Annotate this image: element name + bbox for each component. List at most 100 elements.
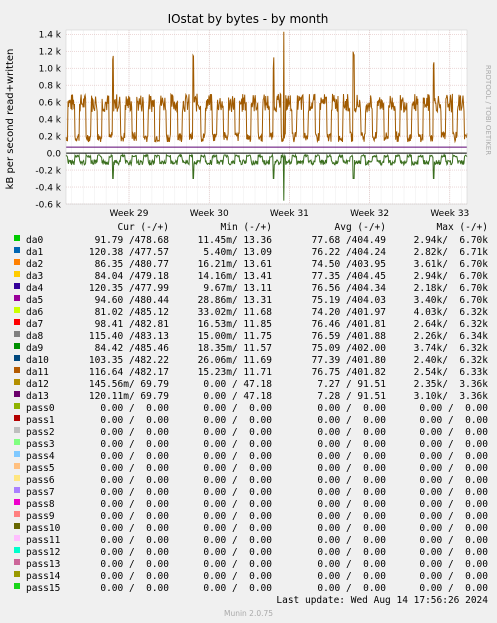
legend-min: 11.45m/ 13.36 — [197, 235, 272, 246]
legend-avg: 74.50 /403.95 — [311, 259, 386, 270]
legend-cur: 94.60 /480.44 — [94, 295, 169, 306]
legend-max: 0.00 / 0.00 — [419, 463, 488, 474]
legend-cur: 81.02 /485.12 — [94, 307, 169, 318]
legend-avg: 74.20 /401.97 — [311, 307, 386, 318]
legend-cur: 91.79 /478.68 — [94, 235, 169, 246]
legend-name: pass15 — [26, 583, 61, 594]
legend-name: pass3 — [26, 439, 55, 450]
legend-avg: 0.00 / 0.00 — [317, 463, 386, 474]
legend-swatch — [14, 283, 20, 289]
legend-row: da7 98.41 /482.81 16.53m/ 11.85 76.46 /401.… — [0, 319, 497, 331]
legend-cur: 84.42 /485.46 — [94, 343, 169, 354]
legend-avg: 0.00 / 0.00 — [317, 535, 386, 546]
y-tick-label: 0.8 k — [39, 82, 62, 92]
legend-swatch — [14, 427, 20, 433]
last-update: Last update: Wed Aug 14 17:56:26 2024 — [276, 595, 488, 606]
legend-avg: 0.00 / 0.00 — [317, 415, 386, 426]
legend-cur: 145.56m/ 69.79 — [88, 379, 169, 390]
legend-max: 2.40k/ 6.32k — [413, 355, 488, 366]
legend-swatch — [14, 487, 20, 493]
legend-row: pass1 0.00 / 0.00 0.00 / 0.00 0.00 / 0.00 0.… — [0, 415, 497, 427]
legend-min: 0.00 / 0.00 — [203, 547, 272, 558]
legend-max: 0.00 / 0.00 — [419, 523, 488, 534]
legend-header-min: Min (-/+) — [220, 222, 272, 233]
legend-swatch — [14, 415, 20, 421]
legend-header-cur: Cur (-/+) — [117, 222, 169, 233]
legend-cur: 84.04 /479.18 — [94, 271, 169, 282]
legend-row: pass11 0.00 / 0.00 0.00 / 0.00 0.00 / 0.00 0… — [0, 535, 497, 547]
legend-row: da12 145.56m/ 69.79 0.00 / 47.18 7.27 / 91.… — [0, 379, 497, 391]
legend-row: pass10 0.00 / 0.00 0.00 / 0.00 0.00 / 0.00 0… — [0, 523, 497, 535]
legend-avg: 0.00 / 0.00 — [317, 451, 386, 462]
legend-avg: 0.00 / 0.00 — [317, 487, 386, 498]
legend-max: 2.64k/ 6.32k — [413, 319, 488, 330]
legend-swatch — [14, 235, 20, 241]
legend-cur: 120.38 /477.57 — [88, 247, 169, 258]
legend-swatch — [14, 499, 20, 505]
y-tick-label: 0.6 k — [39, 99, 62, 109]
legend-max: 2.54k/ 6.33k — [413, 367, 488, 378]
y-tick-label: 0.0 — [47, 150, 62, 160]
legend-min: 0.00 / 0.00 — [203, 535, 272, 546]
legend-avg: 0.00 / 0.00 — [317, 439, 386, 450]
legend-row: pass12 0.00 / 0.00 0.00 / 0.00 0.00 / 0.00 0… — [0, 547, 497, 559]
legend-swatch — [14, 259, 20, 265]
legend-name: pass0 — [26, 403, 55, 414]
legend-swatch — [14, 355, 20, 361]
legend-name: da10 — [26, 355, 49, 366]
y-tick-label: 1.4 k — [39, 31, 62, 41]
legend-min: 5.40m/ 13.09 — [203, 247, 272, 258]
legend-avg: 75.19 /404.03 — [311, 295, 386, 306]
legend-swatch — [14, 307, 20, 313]
legend-swatch — [14, 391, 20, 397]
legend-header-avg: Avg (-/+) — [334, 222, 386, 233]
legend-swatch — [14, 379, 20, 385]
legend-avg: 75.09 /402.00 — [311, 343, 386, 354]
legend-row: pass14 0.00 / 0.00 0.00 / 0.00 0.00 / 0.00 0… — [0, 571, 497, 583]
legend-name: da6 — [26, 307, 44, 318]
legend-cur: 0.00 / 0.00 — [100, 547, 169, 558]
legend-swatch — [14, 247, 20, 253]
legend-avg: 7.27 / 91.51 — [317, 379, 386, 390]
legend-row: da4 120.35 /477.99 9.67m/ 13.11 76.56 /404.… — [0, 283, 497, 295]
legend-min: 18.35m/ 11.57 — [197, 343, 272, 354]
legend-avg: 76.56 /404.34 — [311, 283, 386, 294]
legend-min: 15.00m/ 11.75 — [197, 331, 272, 342]
legend-avg: 0.00 / 0.00 — [317, 475, 386, 486]
legend-name: da9 — [26, 343, 44, 354]
legend-avg: 0.00 / 0.00 — [317, 523, 386, 534]
legend-cur: 0.00 / 0.00 — [100, 511, 169, 522]
legend-name: da3 — [26, 271, 44, 282]
legend-cur: 0.00 / 0.00 — [100, 439, 169, 450]
legend-max: 2.26k/ 6.34k — [413, 331, 488, 342]
y-tick-label: 1.0 k — [39, 65, 62, 75]
legend-name: pass6 — [26, 475, 55, 486]
y-tick-label: -0.4 k — [35, 184, 61, 194]
legend-avg: 77.39 /401.80 — [311, 355, 386, 366]
legend-swatch — [14, 295, 20, 301]
legend-min: 0.00 / 0.00 — [203, 487, 272, 498]
legend-cur: 120.35 /477.99 — [88, 283, 169, 294]
legend-name: pass7 — [26, 487, 55, 498]
legend-min: 0.00 / 0.00 — [203, 451, 272, 462]
legend-avg: 0.00 / 0.00 — [317, 499, 386, 510]
legend-row: da6 81.02 /485.12 33.02m/ 11.68 74.20 /401.… — [0, 307, 497, 319]
x-tick-label: Week 31 — [270, 209, 309, 219]
legend-min: 0.00 / 0.00 — [203, 415, 272, 426]
legend-swatch — [14, 367, 20, 373]
x-tick-label: Week 32 — [350, 209, 389, 219]
legend-min: 0.00 / 0.00 — [203, 403, 272, 414]
legend-name: pass9 — [26, 511, 55, 522]
legend-max: 0.00 / 0.00 — [419, 559, 488, 570]
legend-name: pass5 — [26, 463, 55, 474]
legend-min: 0.00 / 0.00 — [203, 511, 272, 522]
legend-max: 2.94k/ 6.70k — [413, 271, 488, 282]
x-tick-label: Week 30 — [190, 209, 229, 219]
legend-row: da1 120.38 /477.57 5.40m/ 13.09 76.22 /404.… — [0, 247, 497, 259]
chart-area: IOstat by bytes - by month kB per second… — [5, 12, 492, 219]
legend-header: Cur (-/+) Min (-/+) Avg (-/+) Max (-/+) — [0, 222, 497, 234]
y-tick-label: 0.4 k — [39, 116, 62, 126]
legend-swatch — [14, 343, 20, 349]
legend-min: 0.00 / 0.00 — [203, 427, 272, 438]
legend-min: 16.21m/ 13.61 — [197, 259, 272, 270]
